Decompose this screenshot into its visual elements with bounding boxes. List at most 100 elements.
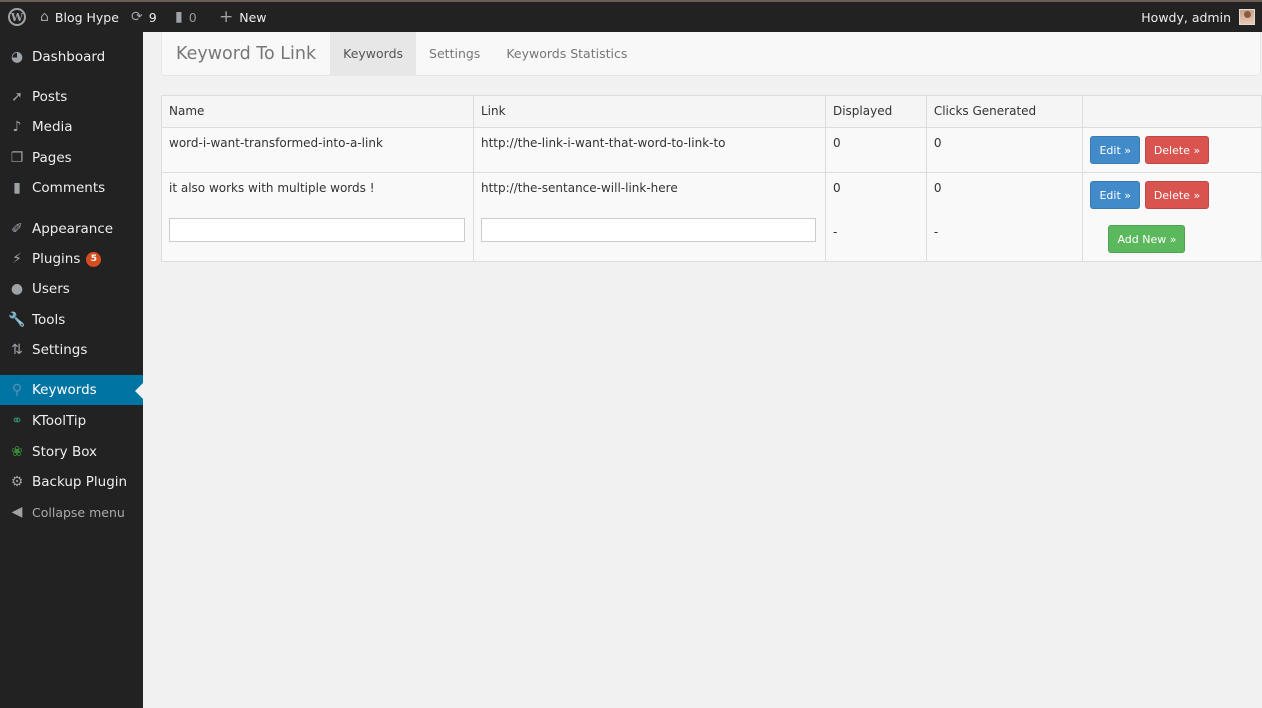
table-row: it also works with multiple words ! http… [161,172,1262,262]
sidebar-item-label: Backup Plugin [32,474,128,490]
column-header-name: Name [161,95,474,128]
new-keyword-name-input[interactable] [169,218,465,242]
keyword-clicks: 0 [933,181,942,195]
updates-count: 9 [148,9,157,25]
sidebar-item-tools[interactable]: 🔧 Tools [0,305,143,335]
wordpress-logo-button[interactable]: W [8,2,26,32]
column-header-link: Link [472,95,826,128]
sidebar-item-settings[interactable]: ⇅ Settings [0,335,143,365]
keyword-displayed: 0 [832,181,841,195]
keyword-link: http://the-link-i-want-that-word-to-link… [472,127,826,173]
sidebar-item-label: Story Box [32,444,98,460]
keyword-displayed: 0 [824,127,927,173]
table-header-row: Name Link Displayed Clicks Generated [161,95,1262,128]
sidebar-item-users[interactable]: ● Users [0,274,143,304]
media-icon: ♪ [12,119,22,135]
keyword-cell: it also works with multiple words ! [161,172,474,262]
sidebar-item-label: Users [32,281,70,297]
pages-icon: ❐ [10,150,24,166]
sidebar-item-posts[interactable]: ➚ Posts [0,82,143,112]
comment-icon: ▮ [175,9,183,25]
sidebar-item-pages[interactable]: ❐ Pages [0,143,143,173]
keyword-name: it also works with multiple words ! [169,181,375,195]
sliders-icon: ⇅ [11,342,23,358]
column-header-actions [1082,95,1262,128]
plugin-brand[interactable]: Keyword To Link [162,32,330,75]
tab-keywords[interactable]: Keywords [330,32,417,75]
sidebar-item-comments[interactable]: ▮ Comments [0,173,143,203]
sidebar-item-label: Comments [32,180,106,196]
sidebar-item-plugins[interactable]: ⚡ Plugins 5 [0,244,143,274]
keyword-link: http://the-sentance-will-link-here [480,181,678,195]
link-cell: http://the-sentance-will-link-here [472,172,826,262]
plugin-updates-badge: 5 [86,251,102,267]
sidebar-item-label: Plugins [32,251,81,267]
tab-keywords-statistics[interactable]: Keywords Statistics [493,32,640,75]
key-icon: ⚲ [11,382,23,398]
my-account-link[interactable]: Howdy, admin [1141,2,1255,32]
sidebar-item-label: Posts [32,89,68,105]
plugin-navbar: Keyword To Link Keywords Settings Keywor… [161,32,1261,76]
refresh-icon: ⟳ [131,9,143,25]
collapse-menu-button[interactable]: ◀ Collapse menu [0,497,143,527]
keyword-clicks: 0 [925,127,1084,173]
collapse-menu-label: Collapse menu [32,504,125,520]
displayed-cell: 0 - [824,172,927,262]
delete-button[interactable]: Delete » [1144,136,1210,164]
sidebar-item-label: Settings [32,342,88,358]
comment-icon: ▮ [13,180,21,196]
leaf-icon: ❀ [11,444,23,460]
site-name: Blog Hype [54,9,119,25]
pin-icon: ➚ [11,89,23,105]
sidebar-item-media[interactable]: ♪ Media [0,112,143,142]
column-header-displayed: Displayed [824,95,927,128]
greeting: Howdy, admin [1141,9,1231,25]
sidebar-item-label: KToolTip [32,413,87,429]
admin-bar: W ⌂ Blog Hype ⟳ 9 ▮ 0 + New Howdy, admin [0,0,1262,32]
clicks-cell: 0 - [925,172,1084,262]
wordpress-logo-icon: W [8,8,26,26]
home-icon: ⌂ [40,9,49,25]
actions-cell: Edit » Delete » [1082,127,1262,173]
column-header-clicks: Clicks Generated [925,95,1084,128]
sidebar-item-label: Appearance [32,221,114,237]
gear-icon: ⚙ [10,474,24,490]
new-keyword-link-input[interactable] [480,218,816,242]
sidebar-item-label: Tools [32,312,66,328]
sidebar-item-ktooltip[interactable]: ⚭ KToolTip [0,406,143,436]
sidebar-item-dashboard[interactable]: ◕ Dashboard [0,42,143,72]
site-name-link[interactable]: ⌂ Blog Hype [40,2,119,32]
tag-icon: ⚭ [11,413,23,429]
admin-sidebar: ◕ Dashboard ➚ Posts ♪ Media ❐ Pages ▮ Co… [0,32,143,708]
plus-icon: + [219,7,234,27]
sidebar-item-story-box[interactable]: ❀ Story Box [0,437,143,467]
comments-link[interactable]: ▮ 0 [175,2,197,32]
tab-settings[interactable]: Settings [416,32,493,75]
edit-button[interactable]: Edit » [1090,136,1140,164]
avatar [1239,9,1255,25]
keyword-name: word-i-want-transformed-into-a-link [161,127,474,173]
dashboard-icon: ◕ [10,49,24,65]
edit-button[interactable]: Edit » [1090,181,1140,209]
sidebar-item-label: Dashboard [32,49,106,65]
delete-button[interactable]: Delete » [1144,181,1210,209]
plug-icon: ⚡ [12,251,22,267]
new-label: New [239,9,267,25]
add-new-button[interactable]: Add New » [1108,225,1186,253]
collapse-arrow-icon: ◀ [11,504,23,520]
sidebar-item-keywords[interactable]: ⚲ Keywords [0,375,143,405]
sidebar-item-label: Pages [32,150,72,166]
wrench-icon: 🔧 [8,312,26,328]
comments-count: 0 [188,9,197,25]
user-icon: ● [10,281,24,297]
sidebar-item-label: Media [32,119,73,135]
actions-cell: Edit » Delete » Add New » [1082,172,1262,262]
sidebar-item-backup-plugin[interactable]: ⚙ Backup Plugin [0,467,143,497]
new-keyword-displayed: - [832,225,838,239]
keywords-table: Name Link Displayed Clicks Generated wor… [161,95,1262,262]
table-row: word-i-want-transformed-into-a-link http… [161,127,1262,173]
sidebar-item-appearance[interactable]: ✐ Appearance [0,214,143,244]
updates-link[interactable]: ⟳ 9 [131,2,157,32]
new-keyword-clicks: - [933,225,939,239]
new-content-link[interactable]: + New [219,2,267,32]
